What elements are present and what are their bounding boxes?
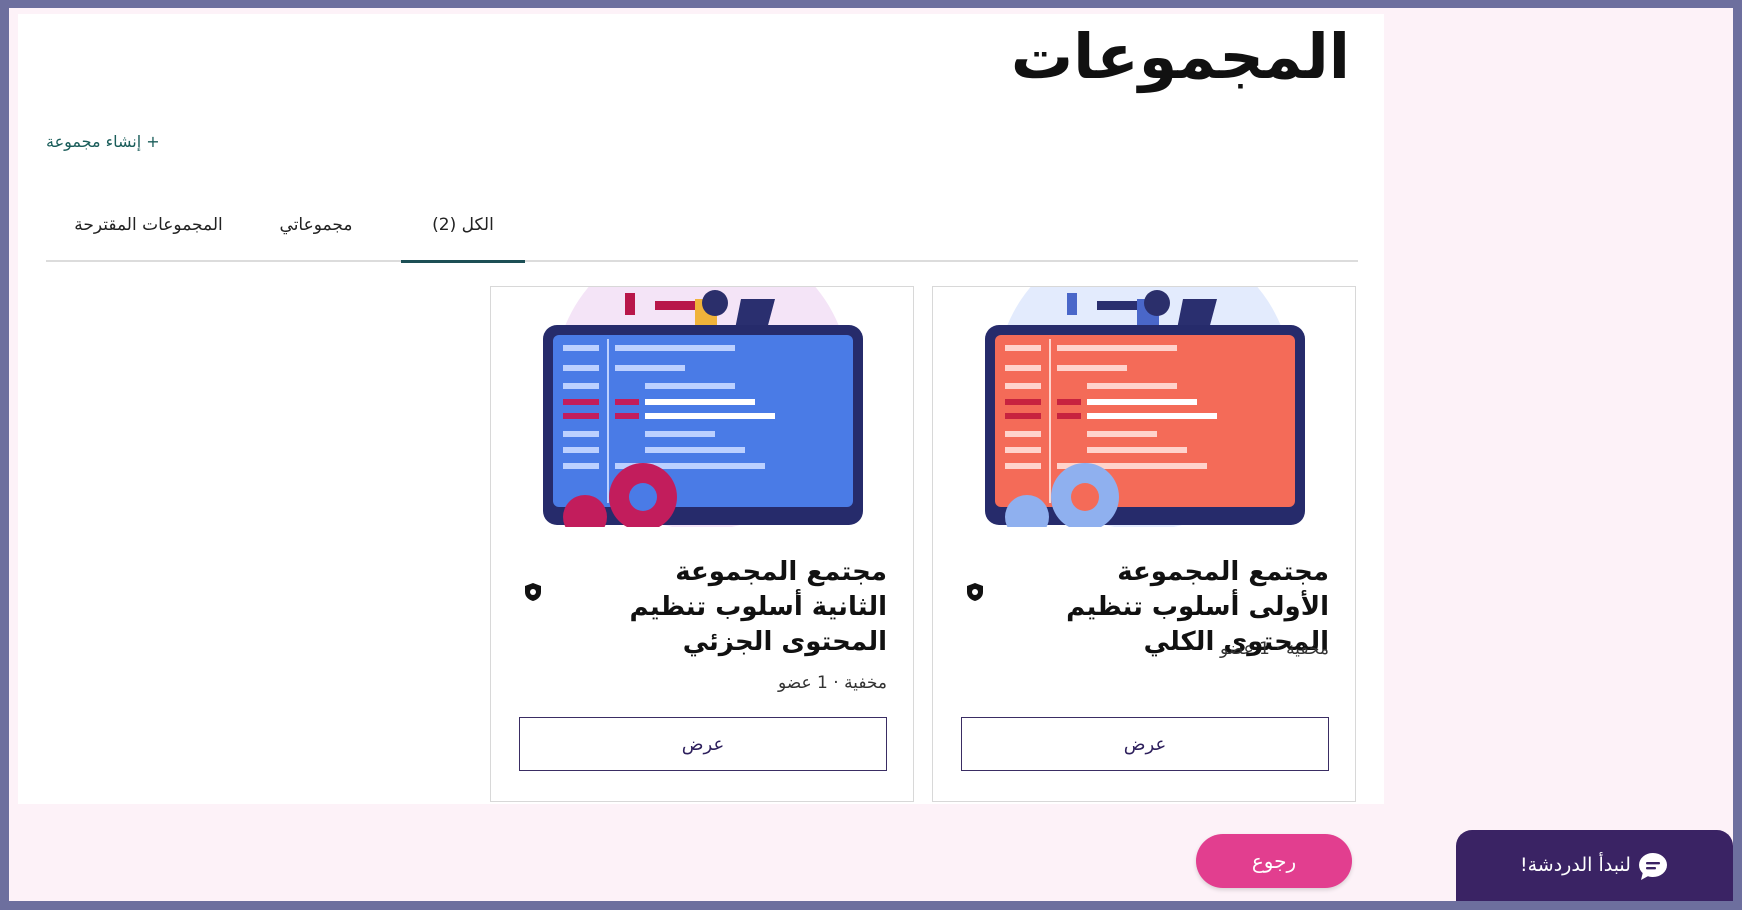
chat-label: لنبدأ الدردشة!: [1520, 854, 1631, 876]
group-card: مجتمع المجموعة الأولى أسلوب تنظيم المحتو…: [932, 286, 1356, 802]
tab-suggested-groups[interactable]: المجموعات المقترحة: [46, 204, 251, 260]
group-meta: مخفية · 1 عضو: [777, 673, 887, 693]
group-cover-image: [515, 287, 889, 527]
tab-bar: الكل (2) مجموعاتي المجموعات المقترحة: [46, 204, 1358, 263]
shield-icon: [967, 583, 983, 601]
tab-all[interactable]: الكل (2): [401, 204, 525, 263]
page-title: المجموعات: [1010, 20, 1350, 93]
create-group-link[interactable]: + إنشاء مجموعة: [46, 132, 160, 151]
view-group-button[interactable]: عرض: [961, 717, 1329, 771]
main-panel: المجموعات + إنشاء مجموعة الكل (2) مجموعا…: [18, 14, 1384, 804]
view-group-button[interactable]: عرض: [519, 717, 887, 771]
group-cover-image: [957, 287, 1331, 527]
tab-my-groups[interactable]: مجموعاتي: [251, 204, 381, 260]
group-title[interactable]: مجتمع المجموعة الثانية أسلوب تنظيم المحت…: [597, 555, 887, 660]
group-meta: مخفية · 1 عضو: [1219, 639, 1329, 659]
chat-launcher-button[interactable]: لنبدأ الدردشة!: [1456, 830, 1733, 902]
back-button[interactable]: رجوع: [1196, 834, 1352, 888]
group-card: مجتمع المجموعة الثانية أسلوب تنظيم المحت…: [490, 286, 914, 802]
shield-icon: [525, 583, 541, 601]
chat-bubble-icon: [1639, 853, 1667, 880]
